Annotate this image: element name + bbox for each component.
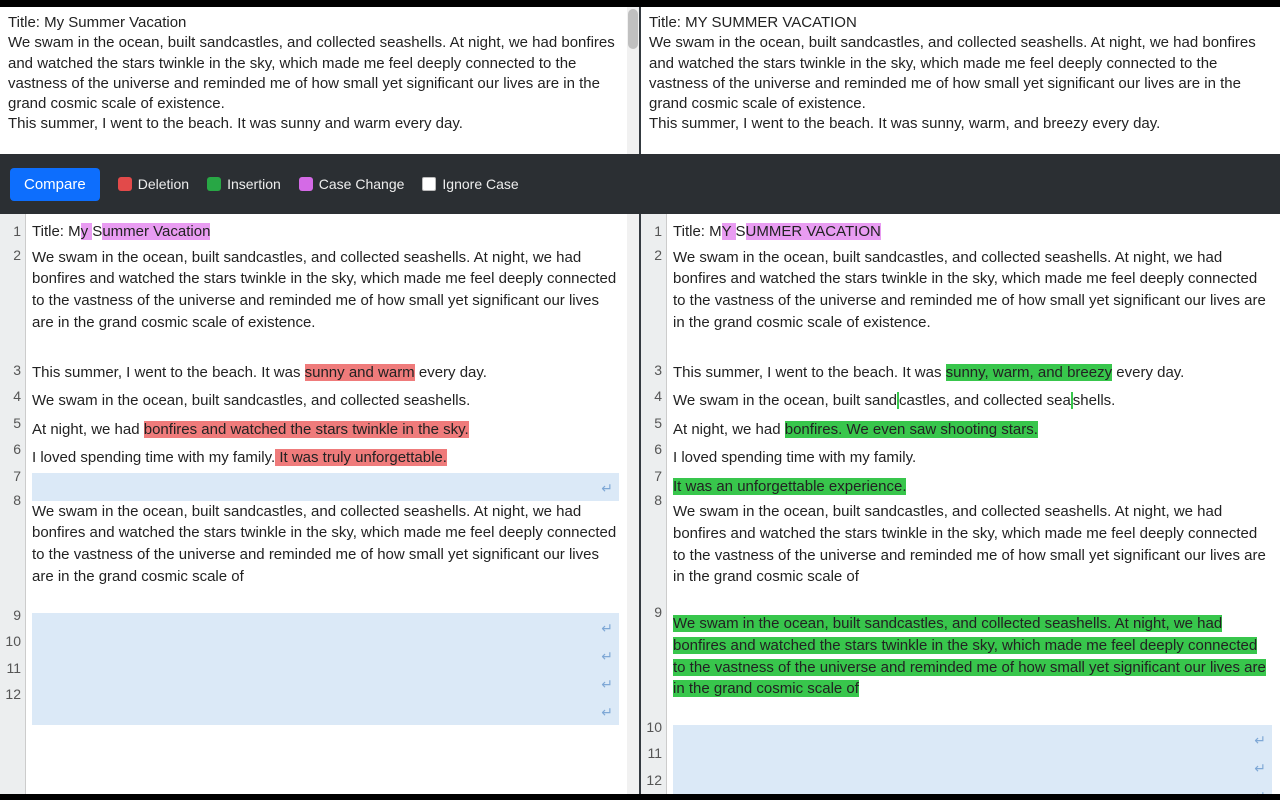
insertion-highlight: sunny, warm, and breezy [946, 364, 1112, 381]
diff-blank-row [673, 753, 1272, 781]
line-number: 7 [641, 463, 662, 490]
case-change-highlight: Y [722, 223, 736, 240]
diff-row: At night, we had bonfires. We even saw s… [673, 416, 1272, 445]
diff-blank-row [673, 725, 1272, 753]
diff-right-gutter: 1 2 3 4 5 6 7 8 9 10 11 12 [641, 214, 667, 794]
line-number: 11 [641, 740, 662, 767]
line-number: 11 [0, 655, 21, 682]
legend-case-change: Case Change [299, 176, 405, 192]
line-number: 7 [0, 463, 21, 490]
insertion-swatch-icon [207, 177, 221, 191]
line-number: 12 [641, 767, 662, 794]
legend-case-change-label: Case Change [319, 176, 405, 192]
raw-right-title: Title: MY SUMMER VACATION [649, 13, 1272, 33]
legend-deletion-label: Deletion [138, 176, 189, 192]
diff-row: This summer, I went to the beach. It was… [32, 359, 619, 388]
line-number: 8 [641, 490, 662, 602]
line-number: 3 [641, 357, 662, 384]
line-number: 8 [0, 490, 21, 602]
diff-row: We swam in the ocean, built sandcastles,… [673, 387, 1272, 416]
line-number: 12 [0, 681, 21, 708]
line-number: 5 [0, 410, 21, 437]
diff-row: It was an unforgettable experience. [673, 473, 1272, 502]
line-number: 4 [641, 383, 662, 410]
diff-row: We swam in the ocean, built sandcastles,… [673, 613, 1272, 725]
controls-bar: Compare Deletion Insertion Case Change I… [0, 154, 1280, 214]
insertion-highlight: We swam in the ocean, built sandcastles,… [673, 615, 1266, 697]
line-number: 5 [641, 410, 662, 437]
insertion-highlight: bonfires. We even saw shooting stars. [785, 421, 1038, 438]
raw-left-title: Title: My Summer Vacation [8, 13, 631, 33]
raw-input-panes: Title: My Summer Vacation We swam in the… [0, 6, 1280, 154]
diff-left-pane: 1 2 3 4 5 6 7 8 9 10 11 12 Title: My Sum… [0, 214, 641, 794]
legend-insertion: Insertion [207, 176, 281, 192]
line-number: 4 [0, 383, 21, 410]
diff-left-scrollbar[interactable] [627, 214, 639, 794]
deletion-highlight: It was truly unforgettable. [275, 449, 447, 466]
ignore-case-option[interactable]: Ignore Case [422, 176, 518, 192]
ignore-case-label: Ignore Case [442, 176, 518, 192]
raw-left-p1: We swam in the ocean, built sandcastles,… [8, 33, 631, 114]
raw-input-left[interactable]: Title: My Summer Vacation We swam in the… [0, 7, 641, 154]
line-number: 9 [641, 602, 662, 714]
case-change-swatch-icon [299, 177, 313, 191]
diff-blank-row [32, 669, 619, 697]
diff-row: We swam in the ocean, built sandcastles,… [32, 501, 619, 613]
diff-left-gutter: 1 2 3 4 5 6 7 8 9 10 11 12 [0, 214, 26, 794]
compare-button[interactable]: Compare [10, 168, 100, 201]
raw-left-p2: This summer, I went to the beach. It was… [8, 114, 631, 134]
diff-blank-row [673, 781, 1272, 794]
diff-row: Title: MY SUMMER VACATION [673, 218, 1272, 247]
line-number: 10 [641, 714, 662, 741]
raw-right-p1: We swam in the ocean, built sandcastles,… [649, 33, 1272, 114]
diff-output: 1 2 3 4 5 6 7 8 9 10 11 12 Title: My Sum… [0, 214, 1280, 794]
diff-row: This summer, I went to the beach. It was… [673, 359, 1272, 388]
line-number: 2 [0, 245, 21, 357]
deletion-highlight: bonfires and watched the stars twinkle i… [144, 421, 469, 438]
diff-blank-row [32, 473, 619, 501]
diff-right-content[interactable]: Title: MY SUMMER VACATION We swam in the… [667, 214, 1280, 794]
app-bottom-border [0, 794, 1280, 800]
deletion-highlight: sunny and warm [305, 364, 415, 381]
deletion-swatch-icon [118, 177, 132, 191]
diff-row: Title: My Summer Vacation [32, 218, 619, 247]
legend-insertion-label: Insertion [227, 176, 281, 192]
line-number: 9 [0, 602, 21, 629]
case-change-highlight: ummer Vacation [102, 223, 210, 240]
insertion-highlight: It was an unforgettable experience. [673, 478, 906, 495]
diff-right-pane: 1 2 3 4 5 6 7 8 9 10 11 12 Title: MY SUM… [641, 214, 1280, 794]
line-number: 1 [0, 218, 21, 245]
diff-row: We swam in the ocean, built sandcastles,… [32, 387, 619, 416]
diff-row: I loved spending time with my family. [673, 444, 1272, 473]
case-change-highlight: UMMER VACATION [746, 223, 881, 240]
diff-blank-row [32, 613, 619, 641]
diff-row: We swam in the ocean, built sandcastles,… [32, 247, 619, 359]
line-number: 1 [641, 218, 662, 245]
ignore-case-checkbox[interactable] [422, 177, 436, 191]
raw-left-scrollbar-thumb[interactable] [628, 9, 638, 49]
diff-row: I loved spending time with my family. It… [32, 444, 619, 473]
line-number: 10 [0, 628, 21, 655]
diff-left-content[interactable]: Title: My Summer Vacation We swam in the… [26, 214, 627, 794]
line-number: 6 [0, 436, 21, 463]
line-number: 6 [641, 436, 662, 463]
raw-input-right[interactable]: Title: MY SUMMER VACATION We swam in the… [641, 7, 1280, 154]
diff-blank-row [32, 641, 619, 669]
diff-blank-row [32, 697, 619, 725]
line-number: 3 [0, 357, 21, 384]
diff-row: We swam in the ocean, built sandcastles,… [673, 501, 1272, 613]
diff-row: At night, we had bonfires and watched th… [32, 416, 619, 445]
raw-left-scrollbar[interactable] [627, 7, 639, 154]
diff-row: We swam in the ocean, built sandcastles,… [673, 247, 1272, 359]
legend-deletion: Deletion [118, 176, 189, 192]
line-number: 2 [641, 245, 662, 357]
raw-right-p2: This summer, I went to the beach. It was… [649, 114, 1272, 134]
case-change-highlight: y [81, 223, 93, 240]
